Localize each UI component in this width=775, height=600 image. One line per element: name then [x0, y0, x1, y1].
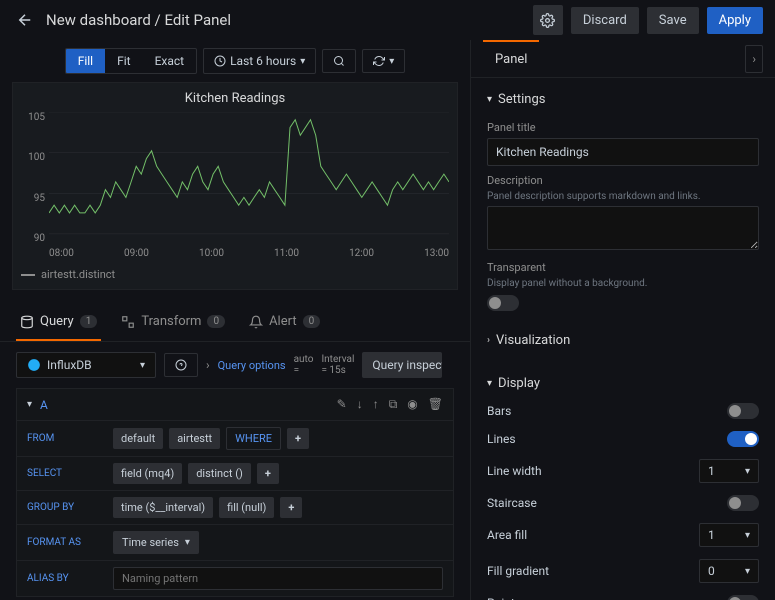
format-select[interactable]: Time series▾	[113, 531, 199, 554]
tab-transform[interactable]: Transform 0	[117, 304, 229, 341]
query-options[interactable]: Query options Query options	[218, 359, 286, 372]
bars-toggle[interactable]	[727, 403, 759, 419]
toggle-visibility-icon[interactable]: ◉	[407, 397, 417, 412]
line-width-select[interactable]: 1▾	[699, 459, 759, 483]
select-field-chip[interactable]: field (mq4)	[113, 463, 182, 484]
panel-title-label: Panel title	[487, 121, 759, 134]
transparent-label: Transparent	[487, 261, 759, 274]
breadcrumb: New dashboard / Edit Panel	[46, 11, 525, 29]
duplicate-icon[interactable]: ⧉	[389, 397, 398, 412]
where-keyword[interactable]: WHERE	[226, 427, 281, 450]
description-label: Description	[487, 174, 759, 187]
description-textarea[interactable]	[487, 206, 759, 250]
transform-icon	[121, 315, 135, 329]
settings-section-header[interactable]: ▾ Settings	[487, 86, 759, 113]
alias-input[interactable]	[113, 567, 443, 590]
from-measurement-chip[interactable]: airtestt	[169, 428, 220, 449]
add-groupby-button[interactable]: +	[280, 497, 302, 518]
area-fill-label: Area fill	[487, 528, 527, 542]
chevron-down-icon: ▾	[300, 56, 305, 67]
fit-button[interactable]: Fit	[105, 49, 142, 73]
query-inspector-button[interactable]: Query inspector	[362, 352, 442, 378]
line-width-label: Line width	[487, 464, 542, 478]
back-button[interactable]	[12, 7, 38, 33]
time-range-picker[interactable]: Last 6 hours ▾	[203, 48, 316, 74]
legend-swatch	[21, 274, 35, 276]
alias-label: ALIAS BY	[27, 573, 107, 584]
refresh-icon	[373, 55, 385, 67]
datasource-help-button[interactable]	[164, 353, 198, 377]
fill-gradient-label: Fill gradient	[487, 564, 549, 578]
lines-toggle[interactable]	[727, 431, 759, 447]
view-mode-segment: Fill Fit Exact	[65, 48, 197, 74]
datasource-select[interactable]: InfluxDB ▾	[16, 352, 156, 378]
transform-count-badge: 0	[207, 315, 225, 328]
select-agg-chip[interactable]: distinct ()	[188, 463, 251, 484]
chevron-down-icon: ▾	[487, 378, 492, 389]
bell-icon	[249, 315, 263, 329]
zoom-out-button[interactable]	[322, 49, 356, 73]
edit-icon[interactable]: ✎	[337, 397, 347, 412]
x-axis: 08:00 09:00 10:00 11:00 12:00 13:00	[49, 248, 449, 262]
add-select-button[interactable]: +	[257, 463, 279, 484]
groupby-fill-chip[interactable]: fill (null)	[219, 497, 274, 518]
chevron-down-icon: ▾	[389, 56, 394, 67]
area-fill-select[interactable]: 1▾	[699, 523, 759, 547]
database-icon	[20, 315, 34, 329]
chevron-down-icon[interactable]: ▾	[27, 399, 32, 410]
refresh-button[interactable]: ▾	[362, 49, 405, 73]
alert-count-badge: 0	[303, 315, 321, 328]
fill-button[interactable]: Fill	[66, 49, 105, 73]
influxdb-icon	[27, 358, 41, 372]
transparent-toggle[interactable]	[487, 295, 519, 311]
display-section-header[interactable]: ▾ Display	[487, 370, 759, 397]
format-label: FORMAT AS	[27, 537, 107, 548]
help-icon	[175, 359, 187, 371]
settings-icon-button[interactable]	[533, 5, 563, 35]
staircase-label: Staircase	[487, 496, 537, 510]
panel-expand-button[interactable]: ›	[745, 45, 763, 73]
y-axis: 105 100 95 90	[21, 112, 45, 244]
save-button[interactable]: Save	[647, 7, 699, 34]
description-hint: Panel description supports markdown and …	[487, 191, 759, 202]
add-where-button[interactable]: +	[287, 428, 309, 449]
expand-chevron[interactable]: ›	[206, 358, 210, 372]
groupby-label: GROUP BY	[27, 502, 107, 513]
chart-panel: Kitchen Readings 105 100 95 90 08:00 09	[12, 82, 458, 290]
apply-button[interactable]: Apply	[707, 7, 763, 34]
query-count-badge: 1	[80, 315, 98, 328]
from-default-chip[interactable]: default	[113, 428, 163, 449]
lines-label: Lines	[487, 432, 516, 446]
staircase-toggle[interactable]	[727, 495, 759, 511]
delete-icon[interactable]: 🗑	[428, 397, 443, 412]
tab-query[interactable]: Query 1	[16, 304, 101, 341]
points-label: Points	[487, 596, 521, 600]
chart-plot[interactable]	[49, 112, 449, 244]
discard-button[interactable]: Discard	[571, 7, 639, 34]
chart-legend[interactable]: airtestt.distinct	[21, 268, 449, 281]
fill-gradient-select[interactable]: 0▾	[699, 559, 759, 583]
search-icon	[333, 55, 345, 67]
bars-label: Bars	[487, 404, 511, 418]
chevron-right-icon: ›	[487, 335, 490, 346]
chart-title: Kitchen Readings	[21, 91, 449, 106]
chevron-down-icon: ▾	[140, 360, 145, 371]
points-toggle[interactable]	[727, 595, 759, 600]
transparent-hint: Display panel without a background.	[487, 278, 759, 289]
clock-icon	[214, 55, 226, 67]
select-label: SELECT	[27, 468, 107, 479]
move-down-icon[interactable]: ↓	[357, 397, 363, 412]
exact-button[interactable]: Exact	[143, 49, 197, 73]
visualization-section-header[interactable]: › Visualization	[487, 327, 759, 354]
panel-tab[interactable]: Panel	[483, 40, 539, 77]
query-letter: A	[40, 398, 329, 412]
tab-alert[interactable]: Alert 0	[245, 304, 324, 341]
move-up-icon[interactable]: ↑	[373, 397, 379, 412]
panel-title-input[interactable]	[487, 138, 759, 166]
groupby-time-chip[interactable]: time ($__interval)	[113, 497, 213, 518]
from-label: FROM	[27, 433, 107, 444]
chevron-down-icon: ▾	[487, 94, 492, 105]
